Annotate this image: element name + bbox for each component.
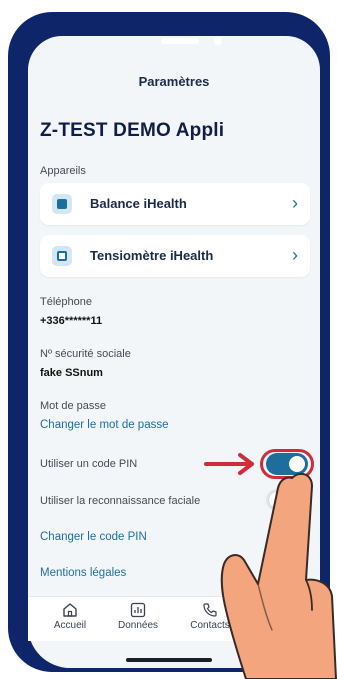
- notch-speaker: [161, 38, 199, 44]
- app-name: Z-TEST DEMO Appli: [40, 120, 225, 141]
- device-name: Tensiomètre iHealth: [90, 248, 214, 263]
- change-pin-link[interactable]: Changer le code PIN: [40, 531, 147, 543]
- chart-icon: [130, 602, 146, 618]
- nav-item-accueil[interactable]: Accueil: [40, 602, 100, 631]
- home-icon: [63, 603, 77, 617]
- device-name: Balance iHealth: [90, 196, 187, 211]
- phone-label: Téléphone: [40, 296, 92, 308]
- phone-value: +336******11: [40, 315, 103, 327]
- nav-label: Données: [117, 620, 159, 631]
- pin-label: Utiliser un code PIN: [40, 458, 138, 470]
- password-label: Mot de passe: [40, 400, 107, 412]
- change-password-link[interactable]: Changer le mot de passe: [40, 419, 169, 431]
- devices-section-label: Appareils: [40, 165, 86, 177]
- social-security-label: Nº sécurité sociale: [40, 348, 131, 360]
- device-card-balance[interactable]: Balance iHealth ›: [40, 183, 310, 225]
- blood-pressure-monitor-icon: [52, 246, 72, 266]
- device-card-tensiometre[interactable]: Tensiomètre iHealth ›: [40, 235, 310, 277]
- nav-label: Accueil: [53, 620, 87, 631]
- legal-mentions-link[interactable]: Mentions légales: [40, 567, 126, 579]
- scale-icon: [52, 194, 72, 214]
- page-title: Paramètres: [138, 74, 210, 89]
- nav-item-donnees[interactable]: Données: [108, 602, 168, 631]
- chevron-right-icon: ›: [292, 245, 298, 265]
- notch-camera: [214, 37, 222, 45]
- pointing-hand-icon: [220, 472, 337, 679]
- face-id-label: Utiliser la reconnaissance faciale: [40, 495, 201, 507]
- social-security-value: fake SSnum: [40, 367, 103, 379]
- chevron-right-icon: ›: [292, 193, 298, 213]
